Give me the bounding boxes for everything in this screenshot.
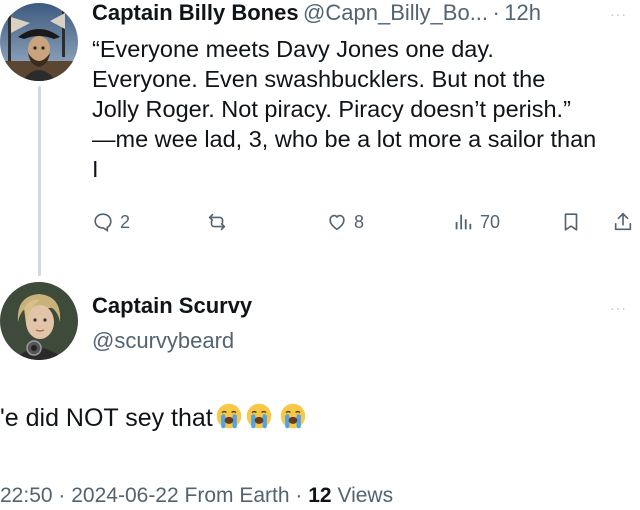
like-count: 8 (354, 211, 365, 232)
share-action[interactable] (612, 211, 634, 233)
more-options-button[interactable]: ··· (610, 6, 627, 22)
reply-text: 'e did NOT sey that (0, 404, 213, 432)
reply-source: From Earth (184, 484, 290, 507)
scurvy-avatar-image (0, 282, 78, 360)
reply-author-name[interactable]: Captain Scurvy (92, 293, 252, 319)
bar-chart-icon (455, 214, 472, 230)
share-icon (614, 212, 632, 231)
meta-separator: · (295, 484, 303, 507)
avatar-captain-billy-bones[interactable] (0, 3, 78, 81)
reply-views-count: 12 (308, 484, 332, 507)
reply-views-label: Views (337, 484, 394, 507)
tweet-age[interactable]: 12h (504, 0, 541, 25)
bookmark-icon (564, 213, 578, 231)
retweet-icon (208, 213, 226, 231)
pirate-avatar-image (0, 3, 78, 81)
views-action[interactable]: 70 (452, 211, 500, 233)
crying-face-emoji-icon (280, 403, 305, 429)
tweet-header: Captain Billy Bones @Capn_Billy_Bo... · … (92, 0, 632, 30)
reply-date[interactable]: 2024-06-22 (71, 484, 178, 507)
tweet-text: “Everyone meets Davy Jones one day. Ever… (92, 36, 597, 182)
reply-action[interactable]: 2 (92, 211, 130, 233)
thread-connector-line (38, 86, 41, 276)
comment-icon (94, 213, 112, 232)
retweet-action[interactable] (206, 211, 228, 233)
reply-text-row: 'e did NOT sey that (0, 402, 620, 433)
reply-time[interactable]: 22:50 (0, 484, 53, 507)
avatar-captain-scurvy[interactable] (0, 282, 78, 360)
author-name[interactable]: Captain Billy Bones (92, 0, 299, 25)
reply-count: 2 (120, 211, 131, 232)
like-action[interactable]: 8 (326, 211, 364, 233)
reply-meta: 22:50 · 2024-06-22 From Earth · 12 Views (0, 484, 393, 508)
meta-separator: · (58, 484, 66, 507)
crying-face-emoji-icon (246, 403, 271, 429)
bookmark-action[interactable] (560, 211, 582, 233)
heart-icon (329, 214, 345, 231)
reply-author-handle[interactable]: @scurvybeard (92, 328, 234, 354)
reply-more-options-button[interactable]: ··· (610, 300, 627, 316)
time-separator: · (492, 0, 500, 25)
crying-face-emoji-icon (216, 403, 241, 429)
author-handle[interactable]: @Capn_Billy_Bo... (303, 0, 488, 25)
view-count: 70 (480, 211, 501, 232)
